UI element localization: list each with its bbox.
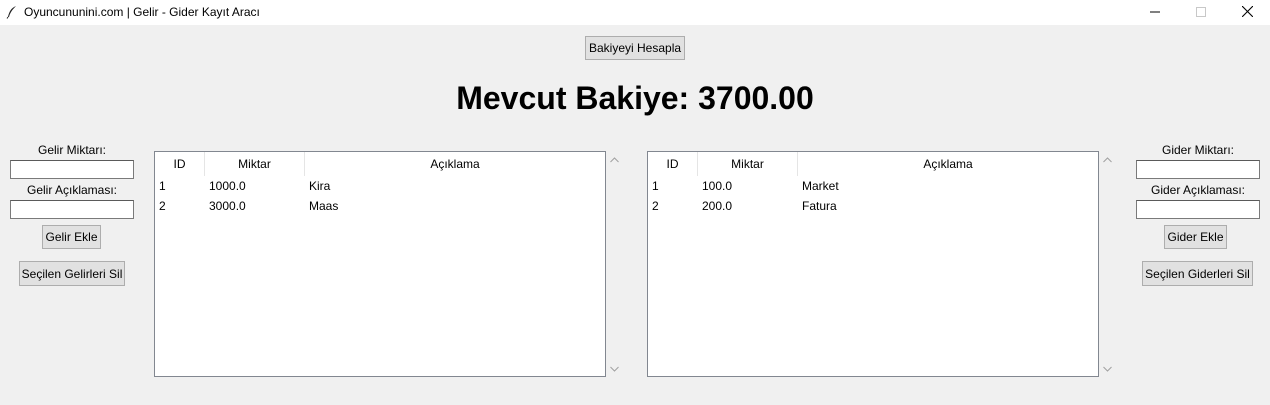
window-title: Oyuncununini.com | Gelir - Gider Kayıt A…	[24, 5, 260, 19]
close-button[interactable]	[1224, 0, 1270, 25]
chevron-down-icon[interactable]	[1099, 360, 1116, 377]
expense-amount-label: Gider Miktarı:	[1161, 143, 1234, 157]
feather-icon	[5, 5, 19, 19]
expense-row-description: Fatura	[802, 199, 837, 213]
income-row-id: 2	[159, 199, 166, 213]
expense-row-amount: 100.0	[702, 179, 733, 193]
expense-row-amount: 200.0	[702, 199, 733, 213]
chevron-up-icon[interactable]	[1099, 151, 1116, 168]
close-icon	[1241, 5, 1253, 20]
income-scrollbar[interactable]	[606, 151, 623, 377]
expense-amount-input[interactable]	[1136, 160, 1260, 179]
expense-row-id: 2	[652, 199, 659, 213]
income-row-description: Maas	[309, 199, 339, 213]
minimize-icon	[1150, 6, 1160, 20]
balance-display: Mevcut Bakiye: 3700.00	[456, 80, 814, 116]
maximize-icon	[1196, 6, 1206, 20]
add-income-button[interactable]: Gelir Ekle	[42, 225, 101, 249]
income-row-description: Kira	[309, 179, 331, 193]
expense-row-description: Market	[802, 179, 839, 193]
expense-table-header: ID Miktar Açıklama	[648, 152, 1098, 176]
delete-income-button[interactable]: Seçilen Gelirleri Sil	[19, 261, 125, 286]
title-bar[interactable]: Oyuncununini.com | Gelir - Gider Kayıt A…	[0, 0, 1270, 25]
table-row[interactable]: 2 3000.0 Maas	[155, 196, 605, 216]
table-row[interactable]: 1 100.0 Market	[648, 176, 1098, 196]
expense-row-id: 1	[652, 179, 659, 193]
expense-table[interactable]: ID Miktar Açıklama 1 100.0 Market 2 200.…	[647, 151, 1099, 377]
income-row-id: 1	[159, 179, 166, 193]
expense-col-amount[interactable]: Miktar	[698, 152, 798, 176]
income-col-id[interactable]: ID	[155, 152, 205, 176]
income-description-label: Gelir Açıklaması:	[26, 183, 118, 197]
income-col-amount[interactable]: Miktar	[205, 152, 305, 176]
income-table-header: ID Miktar Açıklama	[155, 152, 605, 176]
expense-col-id[interactable]: ID	[648, 152, 698, 176]
calculate-balance-button[interactable]: Bakiyeyi Hesapla	[585, 36, 685, 60]
expense-description-label: Gider Açıklaması:	[1150, 183, 1246, 197]
expense-scrollbar[interactable]	[1099, 151, 1116, 377]
table-row[interactable]: 1 1000.0 Kira	[155, 176, 605, 196]
delete-expense-button[interactable]: Seçilen Giderleri Sil	[1142, 261, 1253, 286]
income-amount-input[interactable]	[10, 160, 134, 179]
maximize-button[interactable]	[1178, 0, 1224, 25]
income-row-amount: 3000.0	[209, 199, 246, 213]
add-expense-button[interactable]: Gider Ekle	[1164, 225, 1227, 249]
expense-description-input[interactable]	[1136, 200, 1260, 219]
table-row[interactable]: 2 200.0 Fatura	[648, 196, 1098, 216]
income-amount-label: Gelir Miktarı:	[37, 143, 106, 157]
income-description-input[interactable]	[10, 200, 134, 219]
income-row-amount: 1000.0	[209, 179, 246, 193]
income-table[interactable]: ID Miktar Açıklama 1 1000.0 Kira 2 3000.…	[154, 151, 606, 377]
chevron-down-icon[interactable]	[606, 360, 623, 377]
expense-col-description[interactable]: Açıklama	[798, 152, 1098, 176]
app-window: Oyuncununini.com | Gelir - Gider Kayıt A…	[0, 0, 1270, 405]
income-col-description[interactable]: Açıklama	[305, 152, 605, 176]
minimize-button[interactable]	[1132, 0, 1178, 25]
chevron-up-icon[interactable]	[606, 151, 623, 168]
